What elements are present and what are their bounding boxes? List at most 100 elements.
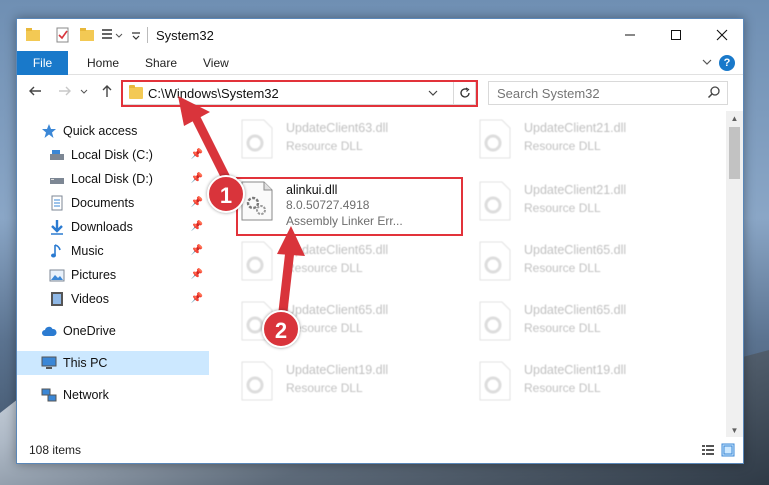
item-count: 108 items	[29, 443, 82, 457]
up-arrow-icon	[102, 85, 112, 97]
navigation-pane: Quick access Local Disk (C:) 📌 Local Dis…	[17, 111, 212, 439]
up-button[interactable]	[97, 83, 117, 103]
back-arrow-icon	[29, 86, 41, 96]
dll-file-icon	[479, 119, 511, 159]
file-item-alinkui[interactable]: alinkui.dll 8.0.50727.4918 Assembly Link…	[212, 173, 442, 231]
file-item[interactable]: UpdateClient21.dll Resource DLL	[450, 111, 680, 169]
refresh-button[interactable]	[453, 82, 475, 104]
scroll-thumb[interactable]	[729, 127, 740, 179]
scroll-up-icon[interactable]: ▲	[726, 111, 743, 127]
star-icon	[42, 124, 56, 138]
nav-label: Downloads	[71, 220, 133, 234]
documents-icon	[51, 195, 63, 211]
address-path[interactable]: C:\Windows\System32	[148, 86, 279, 101]
file-name: UpdateClient21.dll	[524, 121, 627, 135]
new-folder-icon[interactable]	[79, 26, 95, 44]
file-item[interactable]: UpdateClient65.dll Resource DLL	[450, 293, 680, 351]
file-name: UpdateClient19.dll	[524, 363, 627, 377]
tab-view[interactable]: View	[193, 51, 239, 75]
window-title: System32	[156, 28, 214, 43]
details-view-icon[interactable]	[701, 443, 715, 457]
refresh-icon	[459, 87, 470, 98]
pin-icon: 📌	[190, 197, 203, 208]
close-button[interactable]	[699, 19, 745, 51]
search-input[interactable]	[497, 83, 697, 103]
chevron-down-icon	[80, 89, 88, 94]
music-icon	[51, 244, 61, 258]
dll-file-icon	[241, 119, 273, 159]
file-name: UpdateClient65.dll	[524, 303, 627, 317]
nav-videos[interactable]: Videos 📌	[17, 287, 209, 311]
file-item[interactable]: UpdateClient19.dll Resource DLL	[212, 353, 442, 411]
file-description: Resource DLL	[524, 139, 601, 153]
dll-file-icon	[479, 361, 511, 401]
nav-label: Network	[63, 388, 109, 402]
nav-documents[interactable]: Documents 📌	[17, 191, 209, 215]
pin-icon: 📌	[190, 149, 203, 160]
nav-network[interactable]: Network	[17, 383, 209, 407]
expand-ribbon-icon[interactable]	[701, 55, 713, 69]
back-button[interactable]	[25, 83, 45, 103]
forward-button[interactable]	[55, 83, 75, 103]
tab-home[interactable]: Home	[77, 51, 129, 75]
explorer-window: System32 File Home Share View ? C:\Windo…	[16, 18, 744, 464]
drive-icon	[50, 178, 64, 184]
minimize-icon	[625, 34, 635, 36]
nav-local-disk-d[interactable]: Local Disk (D:) 📌	[17, 167, 209, 191]
qat-dropdown-icon[interactable]	[130, 26, 142, 44]
help-button[interactable]: ?	[719, 55, 735, 71]
network-icon	[41, 388, 57, 402]
nav-quick-access[interactable]: Quick access	[17, 119, 209, 143]
close-icon	[716, 29, 728, 41]
search-box[interactable]	[488, 81, 728, 105]
file-version: 8.0.50727.4918	[286, 198, 370, 212]
tab-file[interactable]: File	[17, 51, 68, 75]
search-icon[interactable]	[707, 85, 721, 99]
address-bar[interactable]: C:\Windows\System32	[122, 81, 476, 105]
file-description: Resource DLL	[286, 139, 363, 153]
drive-icon	[50, 150, 64, 160]
file-item[interactable]: UpdateClient65.dll Resource DLL	[212, 293, 442, 351]
file-item[interactable]: UpdateClient65.dll Resource DLL	[450, 233, 680, 291]
properties-icon[interactable]	[55, 26, 71, 44]
computer-icon	[41, 356, 57, 369]
address-dropdown-icon[interactable]	[427, 85, 439, 101]
vertical-scrollbar[interactable]: ▲ ▼	[726, 111, 743, 439]
downloads-icon	[51, 220, 63, 235]
file-name: UpdateClient21.dll	[524, 183, 627, 197]
file-item[interactable]: UpdateClient65.dll Resource DLL	[212, 233, 442, 291]
dll-file-icon	[241, 361, 273, 401]
dll-file-icon	[241, 241, 273, 281]
nav-this-pc[interactable]: This PC	[17, 351, 209, 375]
large-icons-view-icon[interactable]	[721, 443, 735, 457]
nav-label: Music	[71, 244, 104, 258]
file-item[interactable]: UpdateClient63.dll Resource DLL	[212, 111, 442, 169]
nav-music[interactable]: Music 📌	[17, 239, 209, 263]
file-description: Resource DLL	[524, 321, 601, 335]
status-bar: 108 items	[17, 437, 743, 463]
file-description: Resource DLL	[286, 261, 363, 275]
nav-downloads[interactable]: Downloads 📌	[17, 215, 209, 239]
tab-share[interactable]: Share	[135, 51, 187, 75]
videos-icon	[51, 292, 63, 306]
nav-onedrive[interactable]: OneDrive	[17, 319, 209, 343]
nav-label: Local Disk (C:)	[71, 148, 153, 162]
file-name: UpdateClient65.dll	[286, 303, 389, 317]
forward-arrow-icon	[59, 86, 71, 96]
nav-label: OneDrive	[63, 324, 116, 338]
nav-local-disk-c[interactable]: Local Disk (C:) 📌	[17, 143, 209, 167]
customize-toolbar-icon[interactable]	[101, 26, 125, 44]
file-description: Resource DLL	[524, 381, 601, 395]
file-description: Assembly Linker Err...	[286, 214, 403, 228]
nav-pictures[interactable]: Pictures 📌	[17, 263, 209, 287]
maximize-button[interactable]	[653, 19, 699, 51]
nav-label: Pictures	[71, 268, 117, 282]
minimize-button[interactable]	[607, 19, 653, 51]
pin-icon: 📌	[190, 173, 203, 184]
file-name: UpdateClient65.dll	[524, 243, 627, 257]
file-item[interactable]: UpdateClient19.dll Resource DLL	[450, 353, 680, 411]
file-item[interactable]: UpdateClient21.dll Resource DLL	[450, 173, 680, 231]
pin-icon: 📌	[190, 221, 203, 232]
folder-icon	[129, 85, 143, 99]
recent-locations-button[interactable]	[77, 83, 91, 103]
